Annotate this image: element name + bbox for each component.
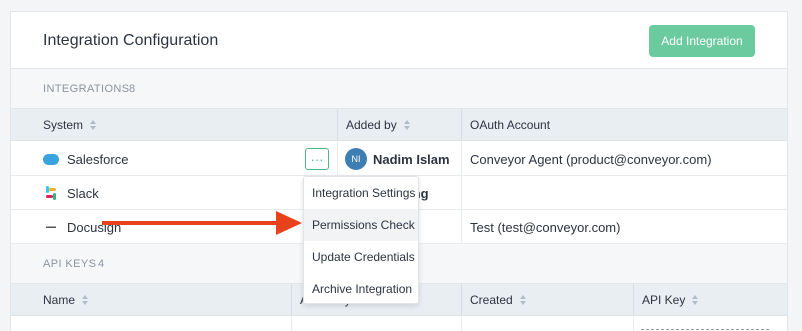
column-label: Name	[43, 293, 76, 307]
menu-item-permissions-check[interactable]: Permissions Check	[304, 209, 418, 241]
sort-icon	[82, 295, 89, 305]
page-title: Integration Configuration	[43, 32, 219, 49]
api-keys-count: 4	[98, 258, 105, 270]
page-header: Integration Configuration Add Integratio…	[11, 12, 787, 69]
system-cell: Salesforce	[43, 142, 128, 176]
column-label: Created	[470, 293, 513, 307]
system-name: Salesforce	[67, 151, 129, 167]
integration-actions-menu: Integration Settings Permissions Check U…	[303, 176, 419, 304]
annotation-arrow-icon	[102, 211, 302, 235]
column-label: Added by	[346, 118, 397, 132]
sort-icon	[519, 295, 526, 305]
add-integration-button[interactable]: Add Integration	[649, 25, 755, 57]
menu-item-integration-settings[interactable]: Integration Settings	[304, 177, 418, 209]
system-name: Slack	[67, 185, 99, 201]
avatar: NI	[345, 148, 367, 170]
integrations-section-label: INTEGRATIONS 8	[11, 69, 787, 109]
column-header-api-key[interactable]: API Key	[633, 284, 789, 316]
column-label: System	[43, 118, 84, 132]
column-header-system[interactable]: System	[11, 109, 337, 141]
more-actions-button[interactable]: ···	[305, 148, 329, 170]
column-header-name[interactable]: Name	[11, 284, 291, 316]
sort-icon	[692, 295, 699, 305]
api-keys-label: API KEYS	[43, 258, 97, 270]
column-label: OAuth Account	[470, 118, 551, 132]
salesforce-icon	[43, 151, 59, 167]
oauth-cell: Conveyor Agent (product@conveyor.com)	[470, 151, 712, 167]
docusign-icon: ▬▬	[46, 224, 56, 230]
added-by-name: Nadim Islam	[373, 151, 450, 167]
added-by-cell: NI Nadim Islam	[345, 142, 450, 176]
table-row: Salesforce ··· NI Nadim Islam Conveyor A…	[11, 142, 787, 176]
column-header-added-by[interactable]: Added by	[337, 109, 461, 141]
api-key-placeholder	[641, 329, 769, 330]
slack-icon	[43, 185, 59, 201]
menu-item-update-credentials[interactable]: Update Credentials	[304, 241, 418, 273]
sort-icon	[403, 120, 410, 130]
system-cell: Slack	[43, 176, 99, 210]
integrations-label: INTEGRATIONS	[43, 83, 130, 95]
column-header-created[interactable]: Created	[461, 284, 633, 316]
column-label: API Key	[642, 293, 686, 307]
menu-item-archive-integration[interactable]: Archive Integration	[304, 273, 418, 305]
integrations-table-header: System Added by OAuth Account	[11, 109, 787, 141]
column-header-oauth-account[interactable]: OAuth Account	[461, 109, 789, 141]
oauth-cell: Test (test@conveyor.com)	[470, 219, 621, 235]
sort-icon	[90, 120, 97, 130]
integrations-count: 8	[129, 83, 136, 95]
